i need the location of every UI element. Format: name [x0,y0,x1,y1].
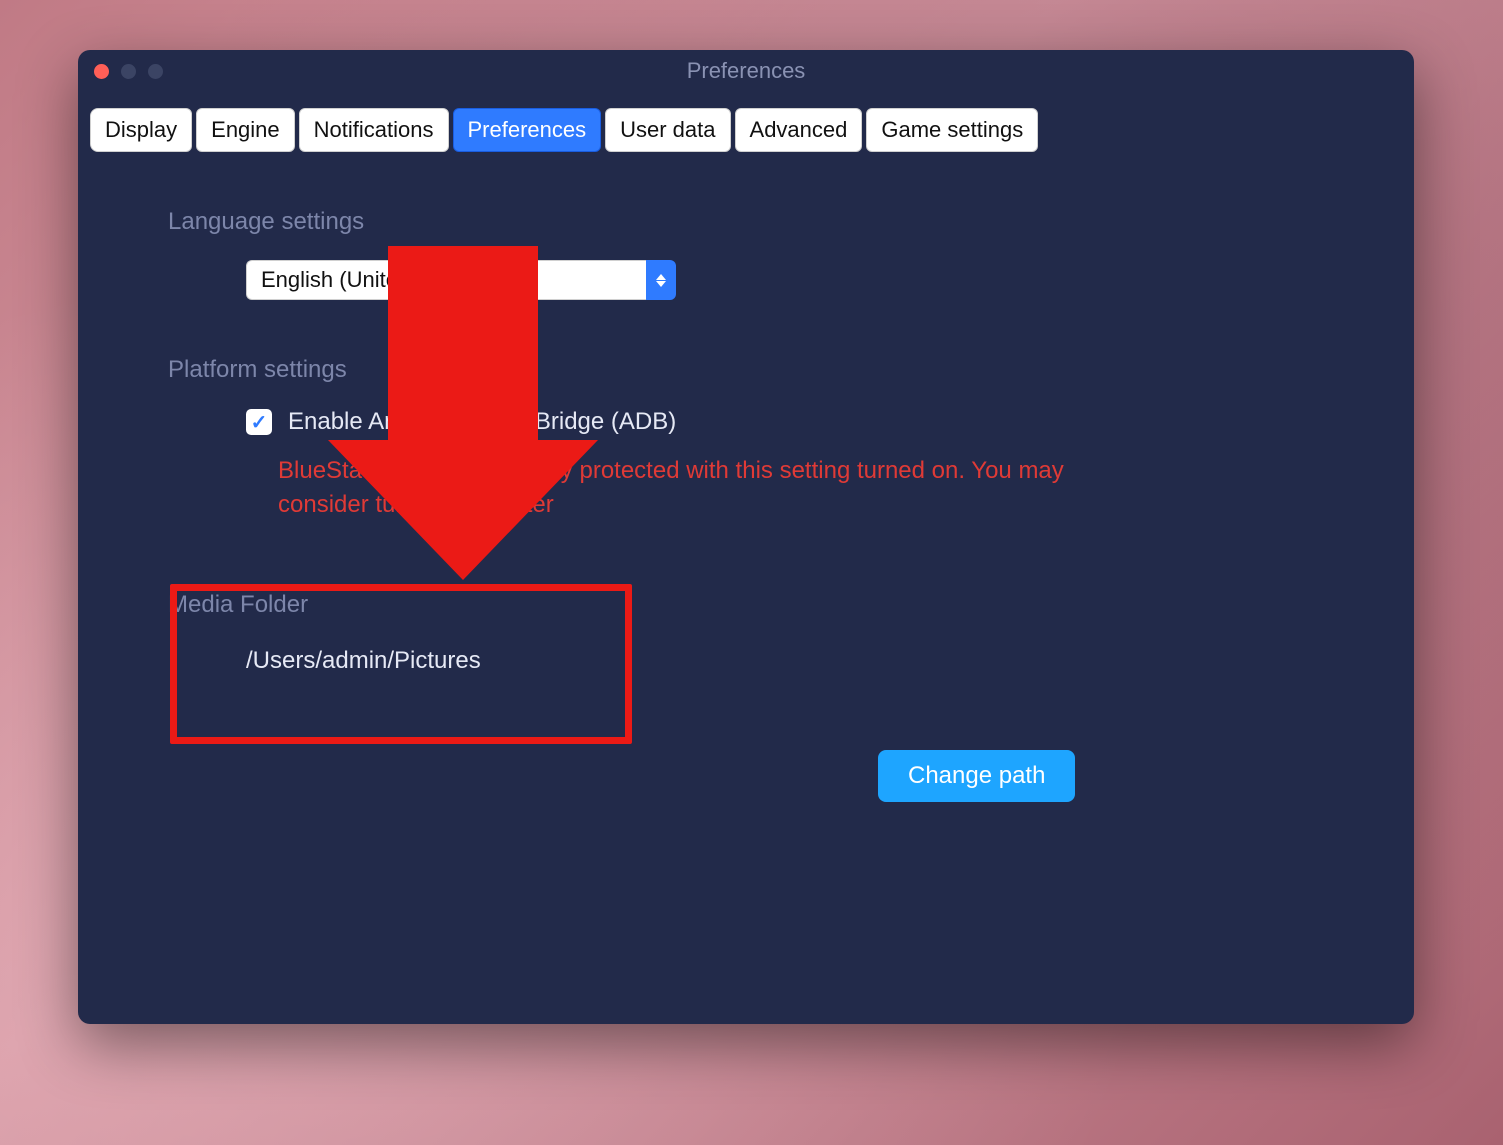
tab-engine[interactable]: Engine [196,108,295,152]
tab-preferences[interactable]: Preferences [453,108,602,152]
window-close-button[interactable] [94,64,109,79]
window-zoom-button[interactable] [148,64,163,79]
adb-warning-text: BlueStacks may not be fully protected wi… [278,454,1098,521]
window-minimize-button[interactable] [121,64,136,79]
media-folder-label: Media Folder [168,591,481,619]
adb-checkbox[interactable]: ✓ [246,409,272,435]
change-path-button[interactable]: Change path [878,750,1075,802]
tab-bar: Display Engine Notifications Preferences… [90,108,1402,152]
language-select-chevron-icon[interactable] [646,260,676,300]
window-titlebar: Preferences [78,50,1414,92]
tab-user-data[interactable]: User data [605,108,730,152]
language-settings-label: Language settings [168,208,1324,236]
media-folder-path: /Users/admin/Pictures [246,647,481,675]
language-select[interactable]: English (United States) [246,260,676,300]
platform-settings-label: Platform settings [168,356,1324,384]
tab-notifications[interactable]: Notifications [299,108,449,152]
traffic-lights [94,64,163,79]
adb-checkbox-row[interactable]: ✓ Enable Android Debug Bridge (ADB) [246,408,1324,436]
tab-game-settings[interactable]: Game settings [866,108,1038,152]
adb-checkbox-label: Enable Android Debug Bridge (ADB) [288,408,676,436]
media-folder-section: Media Folder /Users/admin/Pictures [168,573,541,705]
preferences-window: Preferences Display Engine Notifications… [78,50,1414,1024]
window-title: Preferences [78,58,1414,84]
preferences-content: Language settings English (United States… [78,152,1414,1024]
tab-advanced[interactable]: Advanced [735,108,863,152]
language-select-value: English (United States) [246,260,646,300]
tab-display[interactable]: Display [90,108,192,152]
